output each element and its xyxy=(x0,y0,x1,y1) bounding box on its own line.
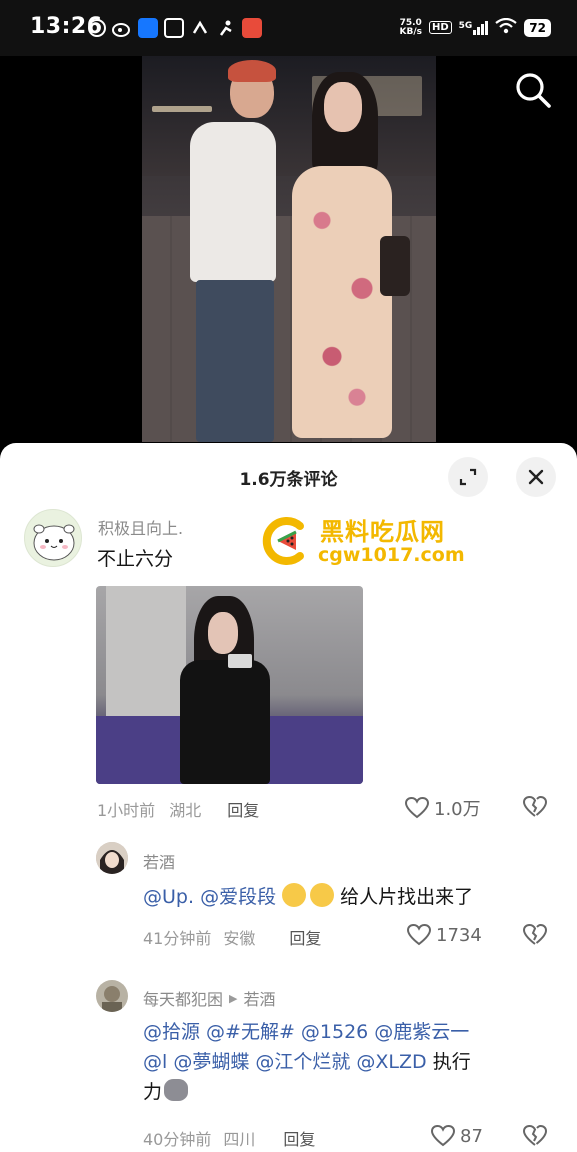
comment-attached-image[interactable] xyxy=(96,586,363,784)
comment-text-line[interactable]: @拾源 @#无解# @1526 @鹿紫云一 xyxy=(143,1017,543,1047)
network-type: 5G xyxy=(458,20,473,31)
avatar[interactable] xyxy=(96,980,128,1012)
mention-link[interactable]: @l @夢蝴蝶 @江个烂就 @XLZD xyxy=(143,1051,427,1073)
status-bar: 13:26 75.0 KB/s HD 5G 72 xyxy=(0,0,577,56)
like-count: 1734 xyxy=(436,924,482,946)
heart-icon xyxy=(406,923,432,946)
anxious-face-emoji xyxy=(310,883,335,907)
tool-app-icon xyxy=(164,18,184,38)
netease-icon xyxy=(88,19,106,37)
comment-text-line: @l @夢蝴蝶 @江个烂就 @XLZD 执行 xyxy=(143,1051,471,1073)
close-icon xyxy=(528,469,544,485)
video-background-building xyxy=(142,56,436,176)
network-speed-unit: KB/s xyxy=(399,26,422,37)
hd-badge: HD xyxy=(428,21,452,34)
watermark-title: 黑料吃瓜网 xyxy=(320,518,445,546)
reply-to-username[interactable]: 若酒 xyxy=(243,986,275,1010)
search-button[interactable] xyxy=(513,70,553,110)
mention-link[interactable]: @Up. xyxy=(143,886,194,908)
heart-icon xyxy=(404,796,430,819)
system-indicators: 75.0 KB/s HD 5G 72 xyxy=(399,17,551,37)
user-avatar-icon xyxy=(96,842,128,874)
user-avatar-icon xyxy=(96,980,128,1012)
like-button[interactable]: 87 xyxy=(430,1124,483,1148)
comment-username[interactable]: 积极且向上. xyxy=(98,515,183,539)
like-button[interactable]: 1734 xyxy=(406,923,482,947)
expand-button[interactable] xyxy=(448,457,488,497)
comment-location: 湖北 xyxy=(169,801,202,820)
weibo-icon xyxy=(112,18,132,38)
video-player[interactable] xyxy=(0,56,577,456)
alipay-icon xyxy=(138,18,158,38)
link-app-icon xyxy=(190,18,210,38)
comment-location: 四川 xyxy=(223,1130,256,1149)
dog-emoji xyxy=(164,1079,189,1101)
broken-heart-icon xyxy=(522,795,548,817)
comment-meta: 1小时前 湖北 回复 xyxy=(97,797,259,821)
comment-text-line: 力 xyxy=(143,1077,543,1107)
heart-icon xyxy=(430,1124,456,1147)
notification-icons xyxy=(88,18,262,38)
video-frame xyxy=(142,56,436,442)
network-speed: 75.0 KB/s xyxy=(399,18,422,37)
comment-time: 41分钟前 xyxy=(143,929,212,948)
comment-meta: 41分钟前 安徽 回复 xyxy=(143,925,321,949)
comment-reply-header: 每天都犯困 ▶ 若酒 xyxy=(143,986,276,1010)
avatar[interactable] xyxy=(24,509,82,567)
like-button[interactable]: 1.0万 xyxy=(404,795,481,821)
reply-button[interactable]: 回复 xyxy=(227,797,259,821)
watermelon-logo-icon xyxy=(262,517,304,565)
anxious-face-emoji xyxy=(282,883,307,907)
comment-time: 1小时前 xyxy=(97,801,156,820)
close-button[interactable] xyxy=(516,457,556,497)
broken-heart-icon xyxy=(522,923,548,945)
comment-text-tail: 力 xyxy=(143,1081,163,1103)
cartoon-hamster-avatar-icon xyxy=(33,524,75,561)
mention-link[interactable]: @爱段段 xyxy=(200,886,276,908)
wifi-icon xyxy=(495,17,517,37)
comments-count-title: 1.6万条评论 xyxy=(239,470,338,490)
comment-location: 安徽 xyxy=(223,929,256,948)
search-icon xyxy=(516,73,551,108)
comment-username[interactable]: 每天都犯困 xyxy=(143,986,223,1010)
like-count: 87 xyxy=(460,1125,483,1147)
red-app-icon xyxy=(242,18,262,38)
comment-username[interactable]: 若酒 xyxy=(143,849,175,873)
comment-time: 40分钟前 xyxy=(143,1130,212,1149)
sports-app-icon xyxy=(216,18,236,38)
comment-text: @Up. @爱段段 给人片找出来了 xyxy=(143,882,473,912)
comment-meta: 40分钟前 四川 回复 xyxy=(143,1126,315,1150)
battery-indicator: 72 xyxy=(524,18,551,37)
reply-button[interactable]: 回复 xyxy=(289,925,321,949)
dislike-button[interactable] xyxy=(522,795,548,823)
signal-icon: 5G xyxy=(458,20,489,35)
reply-button[interactable]: 回复 xyxy=(283,1126,315,1150)
comment-text: 不止六分 xyxy=(97,548,174,570)
dislike-button[interactable] xyxy=(522,923,548,951)
broken-heart-icon xyxy=(522,1124,548,1146)
comment-text: @拾源 @#无解# @1526 @鹿紫云一 @l @夢蝴蝶 @江个烂就 @XLZ… xyxy=(143,1017,543,1107)
dislike-button[interactable] xyxy=(522,1124,548,1152)
reply-arrow-icon: ▶ xyxy=(229,991,238,1005)
watermark-url: cgw1017.com xyxy=(318,544,465,566)
video-person-man xyxy=(190,122,276,282)
expand-icon xyxy=(459,468,477,486)
avatar[interactable] xyxy=(96,842,128,874)
like-count: 1.0万 xyxy=(434,799,481,820)
watermark: 黑料吃瓜网 cgw1017.com xyxy=(262,512,482,572)
